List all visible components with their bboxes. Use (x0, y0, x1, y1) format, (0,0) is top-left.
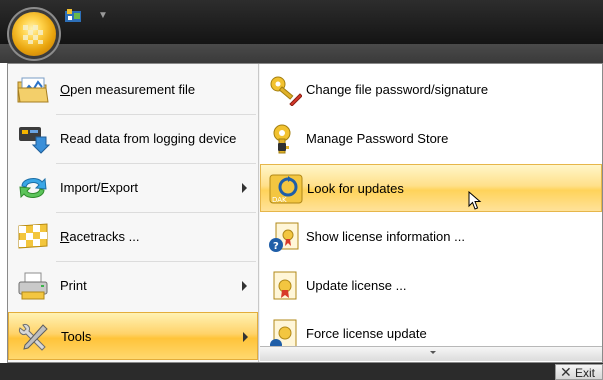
key-pencil-icon (268, 74, 303, 107)
menu-item-label: Update license ... (306, 278, 407, 293)
menu-item-manage-password-store[interactable]: Manage Password Store (260, 115, 602, 163)
submenu-scroll-down-button[interactable] (260, 346, 602, 361)
close-icon: ✕ (560, 364, 572, 380)
menu-item-label: Import/Export (60, 180, 139, 195)
menu-item-label: Force license update (306, 326, 427, 341)
application-menu-button[interactable] (12, 12, 56, 56)
application-menu: Open measurement file Read data from log… (7, 63, 603, 363)
device-download-icon (16, 123, 51, 155)
submenu-arrow-icon (243, 332, 248, 342)
menu-item-racetracks[interactable]: Racetracks ... (8, 213, 258, 261)
ribbon-strip (0, 44, 603, 63)
chart-folder-icon (16, 74, 50, 106)
checkered-flag-icon (16, 221, 50, 253)
title-bar (0, 0, 603, 44)
menu-item-look-for-updates[interactable]: DAK Look for updates (260, 164, 602, 212)
svg-text:?: ? (273, 241, 279, 252)
tools-icon (17, 321, 51, 353)
menu-left-pane: Open measurement file Read data from log… (8, 64, 259, 362)
menu-item-label: Tools (61, 329, 92, 344)
refresh-update-icon: DAK (269, 173, 303, 205)
quick-access-dropdown-icon[interactable]: ▼ (98, 10, 108, 22)
menu-item-label: Change file password/signature (306, 82, 489, 97)
printer-icon (16, 270, 50, 302)
menu-item-label: Open measurement file (60, 82, 196, 97)
menu-item-label: Manage Password Store (306, 131, 449, 146)
checkered-flag-icon (23, 25, 43, 44)
menu-item-label: Read data from logging device (60, 131, 237, 146)
exit-button[interactable]: ✕ Exit (555, 364, 603, 380)
tools-submenu: Change file password/signature Manage Pa… (260, 64, 602, 362)
menu-item-label: Racetracks ... (60, 229, 140, 244)
dak-badge: DAK (272, 196, 287, 204)
menu-footer (0, 363, 603, 380)
menu-item-label: Show license information ... (306, 229, 465, 244)
menu-item-label: Print (60, 278, 87, 293)
submenu-arrow-icon (242, 183, 247, 193)
license-info-icon: ? (268, 221, 302, 253)
menu-item-change-file-password[interactable]: Change file password/signature (260, 66, 602, 114)
menu-item-label: Look for updates (307, 181, 404, 196)
menu-item-read-data-from-logging-device[interactable]: Read data from logging device (8, 115, 258, 163)
chevron-down-icon (430, 351, 436, 354)
quick-access-save-icon[interactable] (64, 8, 84, 24)
menu-item-update-license[interactable]: Update license ... (260, 262, 602, 310)
menu-item-import-export[interactable]: Import/Export (8, 164, 258, 212)
menu-item-tools[interactable]: Tools (8, 312, 258, 360)
submenu-arrow-icon (242, 281, 247, 291)
menu-item-show-license-information[interactable]: ? Show license information ... (260, 213, 602, 261)
menu-item-print[interactable]: Print (8, 262, 258, 310)
mouse-pointer-icon (468, 190, 482, 214)
key-lock-icon (268, 123, 302, 155)
menu-item-open-measurement-file[interactable]: Open measurement file (8, 66, 258, 114)
import-export-icon (16, 172, 50, 204)
exit-label: Exit (575, 366, 596, 380)
license-certificate-icon (268, 270, 302, 302)
